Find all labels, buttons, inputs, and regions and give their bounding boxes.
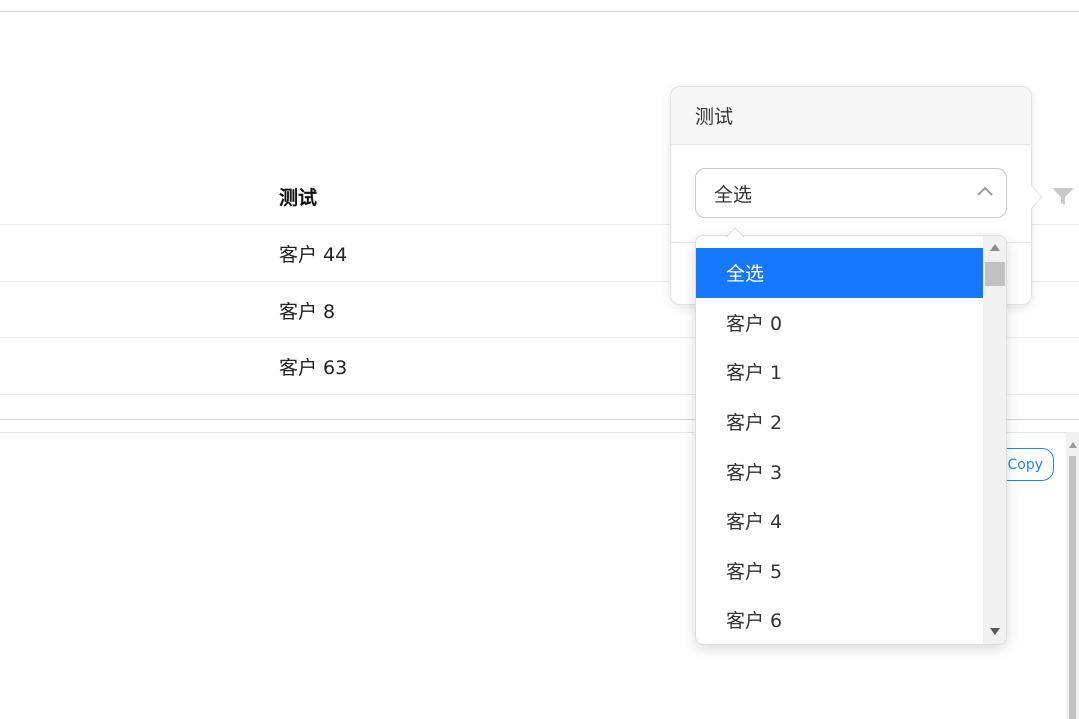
page-scrollbar-thumb[interactable]: [1069, 456, 1076, 719]
popup-pointer-icon: [1031, 185, 1043, 209]
filter-popup-title: 测试: [671, 87, 1031, 145]
dropdown-scrollbar-thumb[interactable]: [985, 262, 1005, 286]
filter-icon[interactable]: [1050, 184, 1076, 208]
filter-options-dropdown[interactable]: 全选 客户 0 客户 1 客户 2 客户 3 客户 4 客户 5 客户 6: [695, 235, 1007, 645]
filter-select-value: 全选: [714, 183, 753, 206]
filter-select[interactable]: 全选: [695, 168, 1007, 218]
options-list: 全选 客户 0 客户 1 客户 2 客户 3 客户 4 客户 5 客户 6: [696, 248, 983, 644]
page-scrollbar[interactable]: [1066, 432, 1079, 719]
dropdown-option[interactable]: 客户 3: [696, 446, 983, 496]
column-header[interactable]: 测试: [279, 183, 317, 210]
dropdown-option[interactable]: 客户 5: [696, 546, 983, 596]
dropdown-option[interactable]: 客户 4: [696, 496, 983, 546]
table-cell: 客户 8: [279, 301, 336, 323]
table-cell: 客户 44: [279, 244, 348, 266]
dropdown-option[interactable]: 全选: [696, 248, 983, 298]
chevron-up-icon[interactable]: [976, 185, 994, 197]
table-cell: 客户 63: [279, 357, 348, 379]
top-divider: [0, 11, 1079, 12]
scroll-down-arrow-icon[interactable]: [990, 628, 1000, 635]
dropdown-option[interactable]: 客户 0: [696, 298, 983, 348]
copy-button-label: Copy: [1007, 456, 1043, 473]
scroll-up-arrow-icon[interactable]: [990, 244, 1000, 251]
dropdown-option[interactable]: 客户 1: [696, 347, 983, 397]
scroll-up-arrow-icon[interactable]: [1069, 442, 1077, 448]
dropdown-scrollbar[interactable]: [983, 236, 1006, 644]
page: 测试 客户 44 客户 8 客户 63 Copy 测试 全选 全选 客户 0 客户 …: [0, 0, 1079, 719]
dropdown-option[interactable]: 客户 6: [696, 595, 983, 644]
dropdown-caret-icon: [726, 227, 744, 237]
dropdown-option[interactable]: 客户 2: [696, 397, 983, 447]
